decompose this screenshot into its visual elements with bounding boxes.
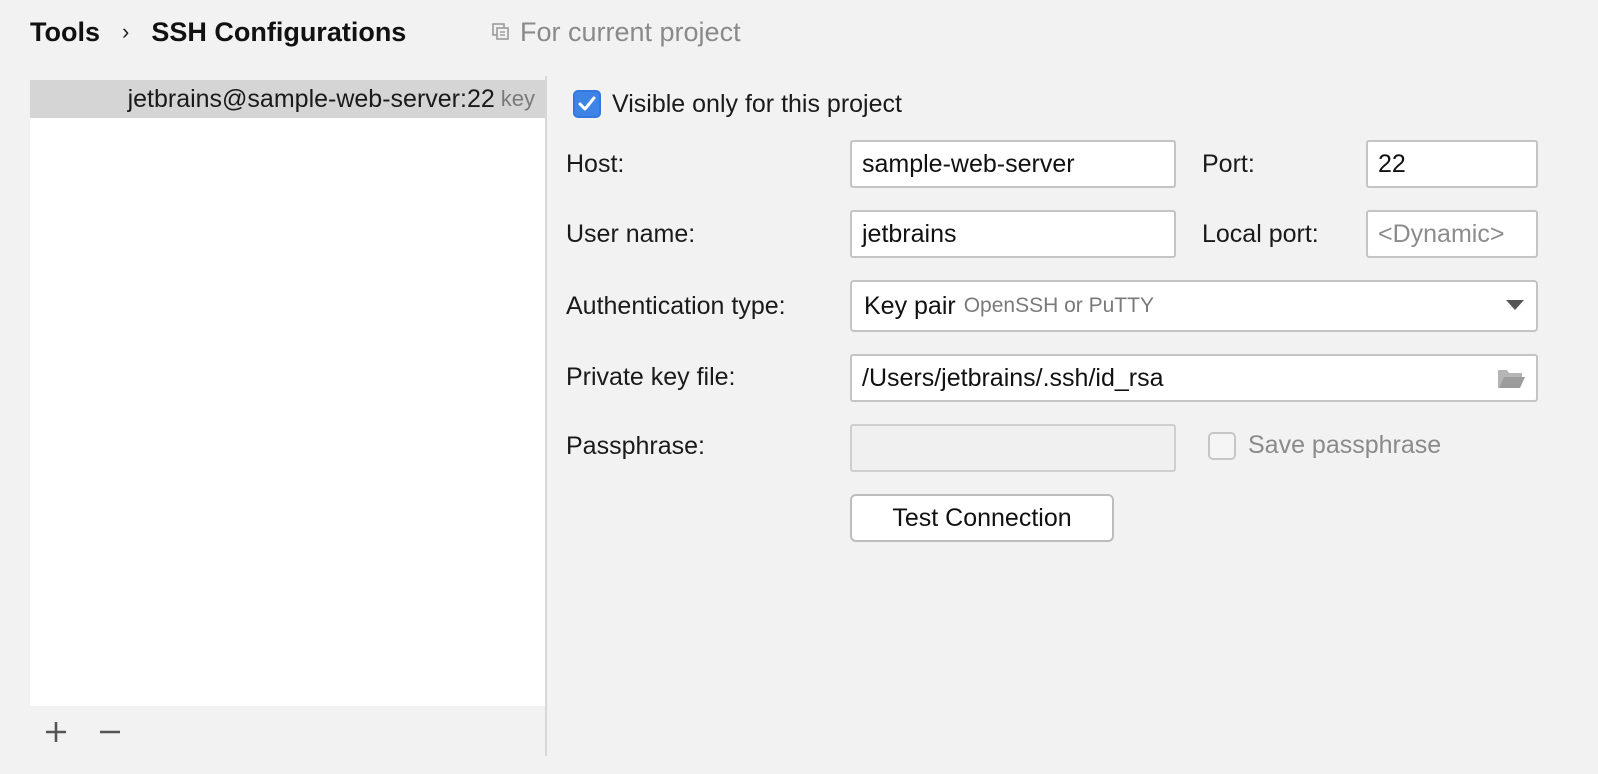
folder-open-icon[interactable] (1496, 366, 1526, 390)
ssh-configurations-page: Tools › SSH Configurations For current p… (0, 0, 1598, 774)
remove-button[interactable] (94, 716, 126, 748)
list-item-auth-tag: key (500, 86, 535, 111)
local-port-input[interactable]: <Dynamic> (1366, 210, 1538, 258)
page-title: SSH Configurations (151, 16, 407, 47)
add-button[interactable] (40, 716, 72, 748)
passphrase-label: Passphrase: (566, 432, 705, 460)
save-passphrase-label[interactable]: Save passphrase (1248, 431, 1441, 460)
chevron-down-icon (1506, 300, 1524, 310)
private-key-value: /Users/jetbrains/.ssh/id_rsa (862, 363, 1164, 392)
auth-type-value: Key pair (864, 291, 956, 320)
list-toolbar (40, 716, 126, 748)
scope-indicator: For current project (492, 14, 741, 50)
ssh-config-list[interactable]: jetbrains@sample-web-server:22 key (30, 80, 545, 706)
test-connection-button[interactable]: Test Connection (850, 494, 1114, 542)
scope-label: For current project (520, 16, 741, 47)
visible-only-checkbox[interactable] (573, 90, 601, 118)
minus-icon (100, 730, 120, 734)
auth-type-select[interactable]: Key pair OpenSSH or PuTTY (850, 280, 1538, 332)
port-label: Port: (1202, 150, 1255, 178)
auth-type-label: Authentication type: (566, 292, 786, 320)
host-label: Host: (566, 150, 625, 178)
plus-icon (46, 722, 66, 742)
save-passphrase-checkbox[interactable] (1208, 432, 1236, 460)
auth-type-hint: OpenSSH or PuTTY (963, 294, 1154, 317)
private-key-label: Private key file: (566, 363, 736, 391)
breadcrumb: Tools › SSH Configurations (30, 14, 406, 50)
user-name-input[interactable]: jetbrains (850, 210, 1176, 258)
visible-only-label[interactable]: Visible only for this project (612, 90, 902, 119)
local-port-label: Local port: (1202, 220, 1319, 248)
copy-icon (492, 23, 510, 41)
panel-divider (545, 76, 547, 756)
passphrase-input[interactable] (850, 424, 1176, 472)
list-item[interactable]: jetbrains@sample-web-server:22 key (30, 80, 545, 118)
breadcrumb-separator: › (122, 19, 130, 44)
list-item-name: jetbrains@sample-web-server:22 (127, 84, 495, 113)
user-name-label: User name: (566, 220, 696, 248)
private-key-input[interactable]: /Users/jetbrains/.ssh/id_rsa (850, 354, 1538, 402)
port-input[interactable]: 22 (1366, 140, 1538, 188)
breadcrumb-tools[interactable]: Tools (30, 17, 100, 48)
checkmark-icon (578, 96, 596, 111)
host-input[interactable]: sample-web-server (850, 140, 1176, 188)
